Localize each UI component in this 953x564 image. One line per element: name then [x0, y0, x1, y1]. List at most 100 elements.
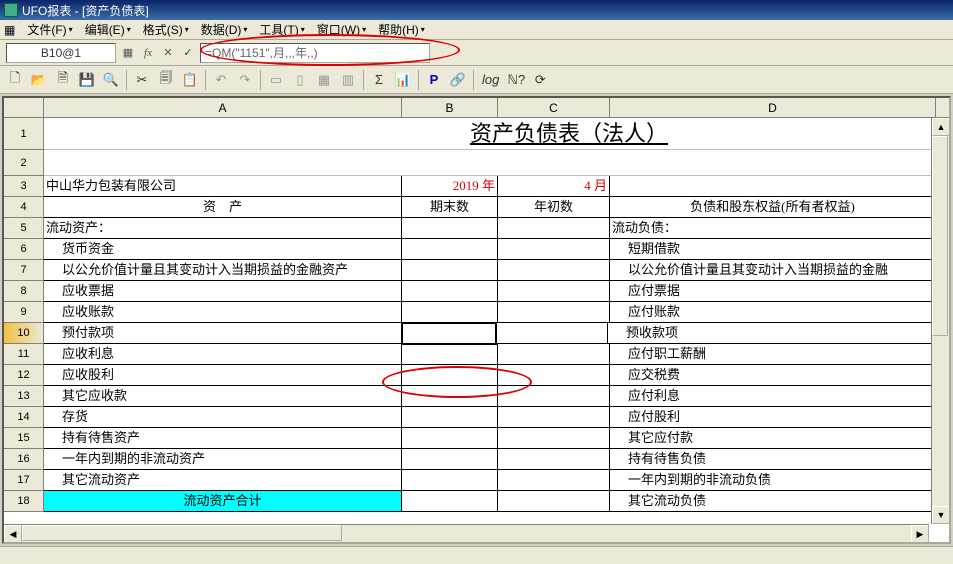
asset-cell[interactable]: 一年内到期的非流动资产 [44, 449, 402, 470]
row-header[interactable]: 17 [4, 470, 44, 491]
asset-cell[interactable]: 流动资产合计 [44, 491, 402, 512]
doc-icon[interactable]: 🗎 [52, 69, 74, 91]
asset-cell[interactable]: 其它流动资产 [44, 470, 402, 491]
preview-icon[interactable]: 🔍 [100, 69, 122, 91]
log-button[interactable]: log [478, 69, 503, 91]
asset-cell[interactable]: 预付款项 [44, 323, 402, 344]
beginning-cell[interactable] [496, 323, 608, 344]
row-header[interactable]: 8 [4, 281, 44, 302]
sigma-icon[interactable]: Σ [368, 69, 390, 91]
menu-tools[interactable]: 工具(T)▾ [253, 19, 310, 40]
sheet-title[interactable]: 资产负债表（法人） [44, 118, 936, 150]
row-header[interactable]: 3 [4, 176, 44, 197]
col-header-c[interactable]: C [498, 98, 610, 117]
row-header[interactable]: 14 [4, 407, 44, 428]
row-header[interactable]: 18 [4, 491, 44, 512]
ending-cell[interactable] [402, 386, 498, 407]
split-icon[interactable]: ▥ [337, 69, 359, 91]
beginning-cell[interactable] [498, 491, 610, 512]
row-header[interactable]: 13 [4, 386, 44, 407]
ending-cell[interactable] [401, 322, 497, 345]
redo-icon[interactable]: ↷ [234, 69, 256, 91]
fx-button[interactable]: fx [140, 45, 156, 61]
row-header[interactable]: 11 [4, 344, 44, 365]
beginning-cell[interactable] [498, 449, 610, 470]
beginning-cell[interactable] [498, 281, 610, 302]
ending-cell[interactable] [402, 470, 498, 491]
liability-cell[interactable]: 其它应付款 [610, 428, 936, 449]
table-icon[interactable]: ▦ [120, 45, 136, 61]
beginning-cell[interactable] [498, 239, 610, 260]
liability-cell[interactable]: 短期借款 [610, 239, 936, 260]
asset-cell[interactable]: 流动资产： [44, 218, 402, 239]
menu-window[interactable]: 窗口(W)▾ [311, 19, 372, 40]
insert-row-icon[interactable]: ▭ [265, 69, 287, 91]
ending-cell[interactable] [402, 344, 498, 365]
cut-icon[interactable]: ✂ [131, 69, 153, 91]
scroll-down-icon[interactable]: ▼ [932, 506, 950, 524]
select-all-corner[interactable] [4, 98, 44, 117]
asset-cell[interactable]: 持有待售资产 [44, 428, 402, 449]
row-header[interactable]: 6 [4, 239, 44, 260]
cell-reference-box[interactable]: B10@1 [6, 43, 116, 63]
ending-cell[interactable] [402, 428, 498, 449]
month-cell[interactable]: 4 月 [498, 176, 610, 197]
help-icon[interactable]: ℕ? [505, 69, 527, 91]
ending-cell[interactable] [402, 281, 498, 302]
liability-cell[interactable]: 应付职工薪酬 [610, 344, 936, 365]
asset-cell[interactable]: 货币资金 [44, 239, 402, 260]
chart-icon[interactable]: 📊 [392, 69, 414, 91]
horizontal-scrollbar[interactable]: ◀ ▶ [4, 524, 929, 542]
paste-icon[interactable]: 📋 [179, 69, 201, 91]
asset-cell[interactable]: 应收账款 [44, 302, 402, 323]
asset-cell[interactable]: 以公允价值计量且其变动计入当期损益的金融资产 [44, 260, 402, 281]
col-header-d[interactable]: D [610, 98, 936, 117]
year-cell[interactable]: 2019 年 [402, 176, 498, 197]
link-icon[interactable]: 🔗 [447, 69, 469, 91]
scroll-left-icon[interactable]: ◀ [4, 525, 22, 543]
menu-help[interactable]: 帮助(H)▾ [372, 19, 431, 40]
liability-cell[interactable]: 应付股利 [610, 407, 936, 428]
row-header[interactable]: 10 [4, 323, 44, 344]
row-header[interactable]: 1 [4, 118, 44, 150]
ending-cell[interactable] [402, 491, 498, 512]
row-header[interactable]: 5 [4, 218, 44, 239]
liability-cell[interactable]: 以公允价值计量且其变动计入当期损益的金融 [610, 260, 936, 281]
row-header[interactable]: 15 [4, 428, 44, 449]
scroll-thumb-v[interactable] [932, 136, 948, 336]
menu-edit[interactable]: 编辑(E)▾ [79, 19, 137, 40]
new-icon[interactable]: 🗋 [4, 69, 26, 91]
beginning-cell[interactable] [498, 470, 610, 491]
row-header[interactable]: 9 [4, 302, 44, 323]
open-icon[interactable]: 📂 [28, 69, 50, 91]
system-menu-icon[interactable]: ▦ [4, 23, 15, 37]
ending-cell[interactable] [402, 407, 498, 428]
row-header[interactable]: 4 [4, 197, 44, 218]
liability-cell[interactable]: 应付票据 [610, 281, 936, 302]
asset-cell[interactable]: 其它应收款 [44, 386, 402, 407]
beginning-cell[interactable] [498, 260, 610, 281]
beginning-cell[interactable] [498, 344, 610, 365]
liability-cell[interactable]: 其它流动负债 [610, 491, 936, 512]
liability-cell[interactable]: 应交税费 [610, 365, 936, 386]
beginning-cell[interactable] [498, 407, 610, 428]
liability-cell[interactable]: 持有待售负债 [610, 449, 936, 470]
ending-cell[interactable] [402, 302, 498, 323]
company-cell[interactable]: 中山华力包装有限公司 [44, 176, 402, 197]
header-ending[interactable]: 期末数 [402, 197, 498, 218]
cancel-formula-icon[interactable]: ✕ [160, 45, 176, 61]
asset-cell[interactable]: 应收股利 [44, 365, 402, 386]
beginning-cell[interactable] [498, 386, 610, 407]
beginning-cell[interactable] [498, 302, 610, 323]
ending-cell[interactable] [402, 449, 498, 470]
header-liabilities[interactable]: 负债和股东权益(所有者权益) [610, 197, 936, 218]
asset-cell[interactable]: 存货 [44, 407, 402, 428]
ending-cell[interactable] [402, 365, 498, 386]
header-beginning[interactable]: 年初数 [498, 197, 610, 218]
vertical-scrollbar[interactable]: ▲ ▼ [931, 118, 949, 524]
undo-icon[interactable]: ↶ [210, 69, 232, 91]
formula-input[interactable]: =QM("1151",月,,,年,,) [200, 43, 430, 63]
row-header[interactable]: 12 [4, 365, 44, 386]
col-header-a[interactable]: A [44, 98, 402, 117]
liability-cell[interactable]: 流动负债： [610, 218, 936, 239]
